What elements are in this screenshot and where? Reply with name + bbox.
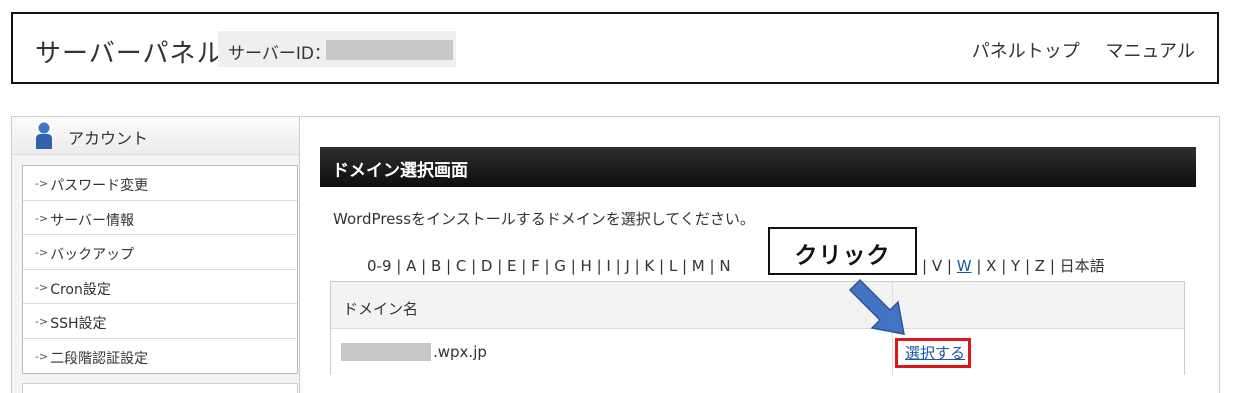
arrow-right-icon: -> [35,177,49,190]
instruction-text: WordPressをインストールするドメインを選択してください。 [333,210,755,228]
panel-top-link[interactable]: パネルトップ [972,41,1080,62]
sidebar-item-two-factor[interactable]: -> 二段階認証設定 [23,339,297,374]
alphabet-filter-active[interactable]: W [957,257,972,275]
sidebar-item-backup[interactable]: -> バックアップ [23,235,297,270]
alphabet-filter-rest[interactable]: | X | Y | Z | 日本語 [972,257,1104,275]
table-header: ドメイン名 [331,282,1184,329]
column-domain-name: ドメイン名 [331,282,893,328]
click-callout: クリック [768,227,917,275]
sidebar-item-label: サーバー情報 [50,212,135,229]
sidebar-account-header: アカウント [12,117,299,155]
sidebar-item-label: Cron設定 [50,281,111,298]
sidebar-item-ssh[interactable]: -> SSH設定 [23,304,297,339]
arrow-right-icon: -> [35,211,49,225]
sidebar-item-password-change[interactable]: -> パスワード変更 [23,166,297,201]
sidebar-item-label: SSH設定 [50,316,107,332]
sidebar-item-label: 二段階認証設定 [50,350,149,367]
table-row: .wpx.jp 選択する [331,329,1184,375]
domain-suffix: .wpx.jp [433,343,487,361]
column-action [893,282,1184,328]
sidebar-item-cron[interactable]: -> Cron設定 [23,270,297,304]
server-panel-header: サーバーパネル サーバーID： パネルトップ マニュアル [11,12,1219,84]
arrow-right-icon: -> [35,246,49,259]
sidebar-item-server-info[interactable]: -> サーバー情報 [23,201,297,235]
account-menu: -> パスワード変更 -> サーバー情報 -> バックアップ -> Cron設定… [22,165,298,374]
alphabet-filter-left[interactable]: 0-9 | A | B | C | D | E | F | G | H | I … [367,257,731,275]
domain-cell: .wpx.jp [331,329,893,375]
server-id-redacted [326,40,453,60]
domain-redacted [341,343,431,361]
panel-title: サーバーパネル [35,39,224,69]
page-title: ドメイン選択画面 [320,147,1196,187]
sidebar-section-label: アカウント [68,129,149,148]
arrow-right-icon: -> [35,315,49,328]
header-nav: パネルトップ マニュアル [972,37,1195,63]
server-id-box: サーバーID： [218,31,456,67]
server-id-label: サーバーID： [228,44,331,64]
action-cell: 選択する [893,329,1184,375]
sidebar: アカウント -> パスワード変更 -> サーバー情報 -> バックアップ -> … [11,116,300,393]
arrow-right-icon: -> [35,349,49,363]
sidebar-item-label: バックアップ [50,247,135,263]
main-content: ドメイン選択画面 WordPressをインストールするドメインを選択してください… [301,116,1220,393]
domain-table: ドメイン名 .wpx.jp 選択する [330,281,1185,375]
sidebar-item-label: パスワード変更 [50,178,149,194]
user-icon [36,122,52,149]
sidebar-next-section [22,383,298,393]
alphabet-filter: 0-9 | A | B | C | D | E | F | G | H | I … [367,255,1105,276]
manual-link[interactable]: マニュアル [1106,41,1195,62]
arrow-down-right-icon [848,278,905,335]
arrow-right-icon: -> [35,280,49,294]
select-domain-link[interactable]: 選択する [895,338,972,368]
